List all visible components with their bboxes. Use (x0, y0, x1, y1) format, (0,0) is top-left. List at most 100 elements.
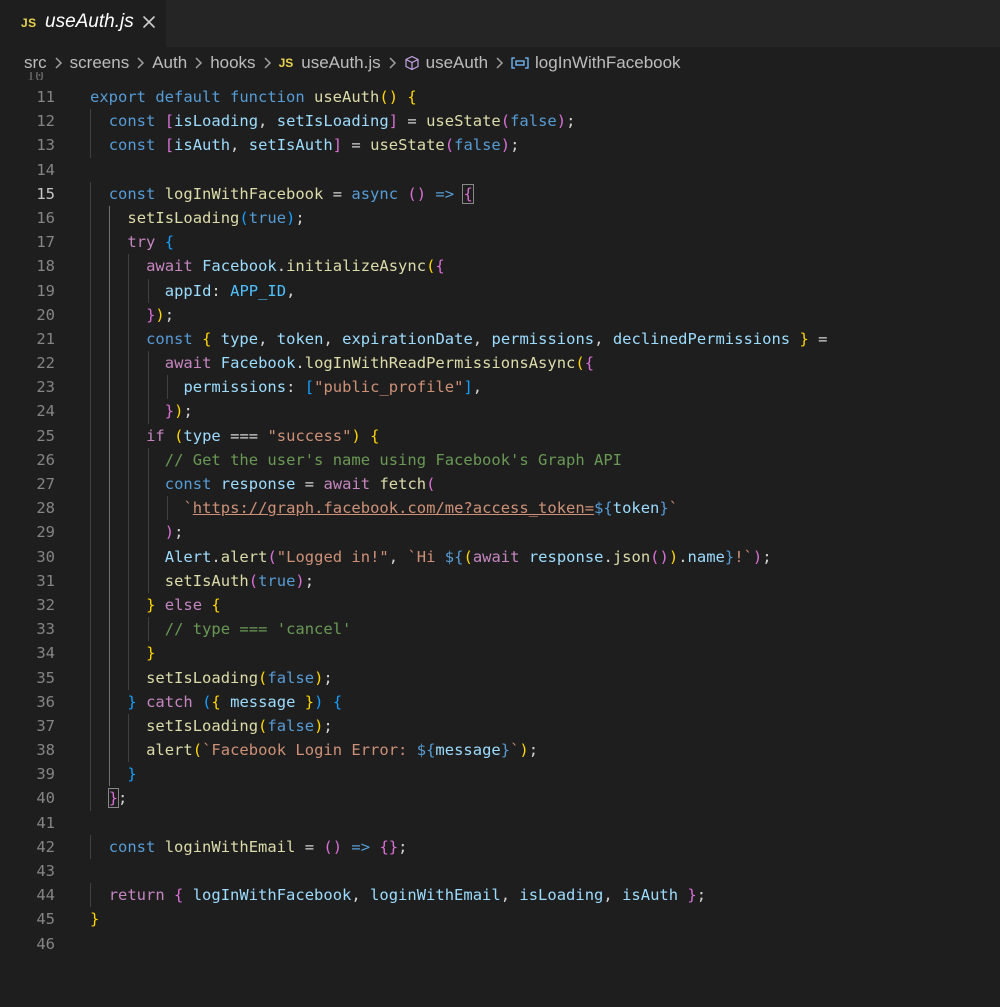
tab-title[interactable]: useAuth.js (45, 11, 134, 33)
line-number: 27 (36, 475, 55, 493)
code-text: return { logInWithFacebook, loginWithEma… (108, 886, 707, 905)
breadcrumb-src[interactable]: src (24, 53, 47, 73)
line-number: 17 (36, 233, 55, 252)
line-number: 41 (36, 813, 55, 832)
code-line[interactable]: 13 const [isAuth, setIsAuth] = useState(… (0, 133, 1000, 158)
code-line[interactable]: 43 (0, 859, 1000, 883)
code-text: } catch ({ message }) { (127, 692, 343, 711)
code-text: }); (164, 402, 193, 421)
line-number: 43 (36, 862, 55, 880)
line-number: 11 (36, 88, 55, 106)
code-text: `https://graph.facebook.com/me?access_to… (183, 499, 679, 518)
code-line[interactable]: 23 permissions: ["public_profile"], (0, 375, 1000, 400)
close-icon[interactable] (139, 12, 159, 32)
code-text: } else { (146, 595, 221, 614)
code-line[interactable]: 22 await Facebook.logInWithReadPermissio… (0, 351, 1000, 376)
breadcrumb: src screens Auth hooks JS useAuth.js use… (0, 47, 1000, 78)
code-text: permissions: ["public_profile"], (183, 378, 483, 397)
line-number: 37 (36, 716, 55, 735)
code-line[interactable]: 16 setIsLoading(true); (0, 205, 1000, 231)
line-number: 16 (36, 208, 55, 227)
code-text: const loginWithEmail = () => {}; (108, 837, 408, 856)
code-line[interactable]: 28 `https://graph.facebook.com/me?access… (0, 496, 1000, 521)
code-line[interactable]: 14 (0, 158, 1000, 182)
code-line[interactable]: 17 try { (0, 230, 1000, 255)
code-line[interactable]: 21 const { type, token, expirationDate, … (0, 326, 1000, 352)
code-text: Alert.alert("Logged in!", `Hi ${(await r… (164, 547, 772, 566)
line-number: 40 (36, 789, 55, 808)
code-line[interactable]: 36 } catch ({ message }) { (0, 689, 1000, 714)
code-text: try { (127, 233, 175, 252)
code-line[interactable]: 46 (0, 932, 1000, 956)
code-line[interactable]: 31 setIsAuth(true); (0, 568, 1000, 593)
line-number: 38 (36, 741, 55, 760)
code-line[interactable]: 45} (0, 907, 1000, 931)
breadcrumb-auth[interactable]: Auth (152, 53, 187, 73)
code-text: } (127, 765, 137, 784)
tab-useauth[interactable]: JS useAuth.js (0, 0, 166, 47)
code-text: setIsLoading(false); (146, 716, 333, 735)
code-line[interactable]: 11 export default function useAuth() { (0, 85, 1000, 109)
line-number: 29 (36, 523, 55, 542)
code-line[interactable]: 39 } (0, 762, 1000, 787)
line-number: 28 (36, 499, 55, 518)
code-line[interactable]: 35 setIsLoading(false); (0, 665, 1000, 690)
line-number: 46 (36, 934, 55, 953)
line-number: 23 (36, 378, 55, 397)
code-line[interactable]: 29 ); (0, 520, 1000, 545)
code-line[interactable]: 12 const [isLoading, setIsLoading] = use… (0, 109, 1000, 134)
code-text: // type === 'cancel' (164, 620, 352, 639)
code-line[interactable]: 15 const logInWithFacebook = async () =>… (0, 181, 1000, 206)
line-number: 44 (36, 886, 55, 905)
code-text: }); (146, 305, 175, 324)
js-file-icon: JS (278, 55, 294, 70)
code-line[interactable]: 42 const loginWithEmail = () => {}; (0, 834, 1000, 859)
code-text: const response = await fetch( (164, 475, 436, 493)
code-text: // Get the user's name using Facebook's … (164, 450, 623, 469)
line-number: 19 (36, 281, 55, 300)
line-number: 25 (36, 426, 55, 445)
code-line[interactable]: 32 } else { (0, 592, 1000, 618)
code-line[interactable]: 19 appId: APP_ID, (0, 278, 1000, 303)
line-number: 42 (36, 837, 55, 856)
code-line[interactable]: 26 // Get the user's name using Facebook… (0, 447, 1000, 472)
line-number: 39 (36, 765, 55, 784)
code-line[interactable]: 18 await Facebook.initializeAsync({ (0, 254, 1000, 279)
code-editor[interactable]: 11 export default function useAuth() { 12 … (0, 85, 1000, 956)
code-line[interactable]: 20 }); (0, 302, 1000, 327)
line-number: 20 (36, 305, 55, 324)
code-text: await Facebook.logInWithReadPermissionsA… (164, 354, 595, 373)
line-number: 12 (36, 112, 55, 131)
code-text: alert(`Facebook Login Error: ${message}`… (146, 741, 539, 760)
breadcrumb-file[interactable]: useAuth.js (301, 53, 380, 73)
code-text: await Facebook.initializeAsync({ (146, 257, 445, 276)
breadcrumb-hooks[interactable]: hooks (210, 53, 255, 73)
code-line[interactable]: 27 const response = await fetch( (0, 472, 1000, 497)
code-line[interactable]: 33 // type === 'cancel' (0, 617, 1000, 642)
chevron-right-icon (194, 56, 203, 70)
code-line[interactable]: 44 return { logInWithFacebook, loginWith… (0, 883, 1000, 908)
code-line[interactable]: 37 setIsLoading(false); (0, 713, 1000, 739)
breadcrumb-variable[interactable]: logInWithFacebook (535, 53, 681, 73)
breadcrumb-screens[interactable]: screens (70, 53, 130, 73)
code-text: } (90, 910, 100, 929)
code-line[interactable]: 40 }; (0, 786, 1000, 811)
code-text: const [isAuth, setIsAuth] = useState(fal… (108, 136, 520, 155)
code-line[interactable]: 38 alert(`Facebook Login Error: ${messag… (0, 738, 1000, 763)
code-line[interactable]: 30 Alert.alert("Logged in!", `Hi ${(awai… (0, 544, 1000, 569)
line-number: 36 (36, 692, 55, 711)
code-line[interactable]: 34 } (0, 641, 1000, 666)
js-file-icon: JS (21, 16, 37, 30)
code-text: setIsLoading(true); (127, 208, 305, 227)
code-line[interactable]: 24 }); (0, 399, 1000, 424)
breadcrumb-function[interactable]: useAuth (426, 53, 488, 73)
code-text: export default function useAuth() { (90, 88, 417, 106)
code-text: setIsLoading(false); (146, 668, 333, 687)
chevron-right-icon (136, 56, 145, 70)
code-line[interactable]: 41 (0, 811, 1000, 835)
line-number: 18 (36, 257, 55, 276)
chevron-right-icon (263, 56, 272, 70)
line-number: 21 (36, 329, 55, 348)
code-line[interactable]: 25 if (type === "success") { (0, 423, 1000, 448)
code-text: ); (164, 523, 184, 542)
